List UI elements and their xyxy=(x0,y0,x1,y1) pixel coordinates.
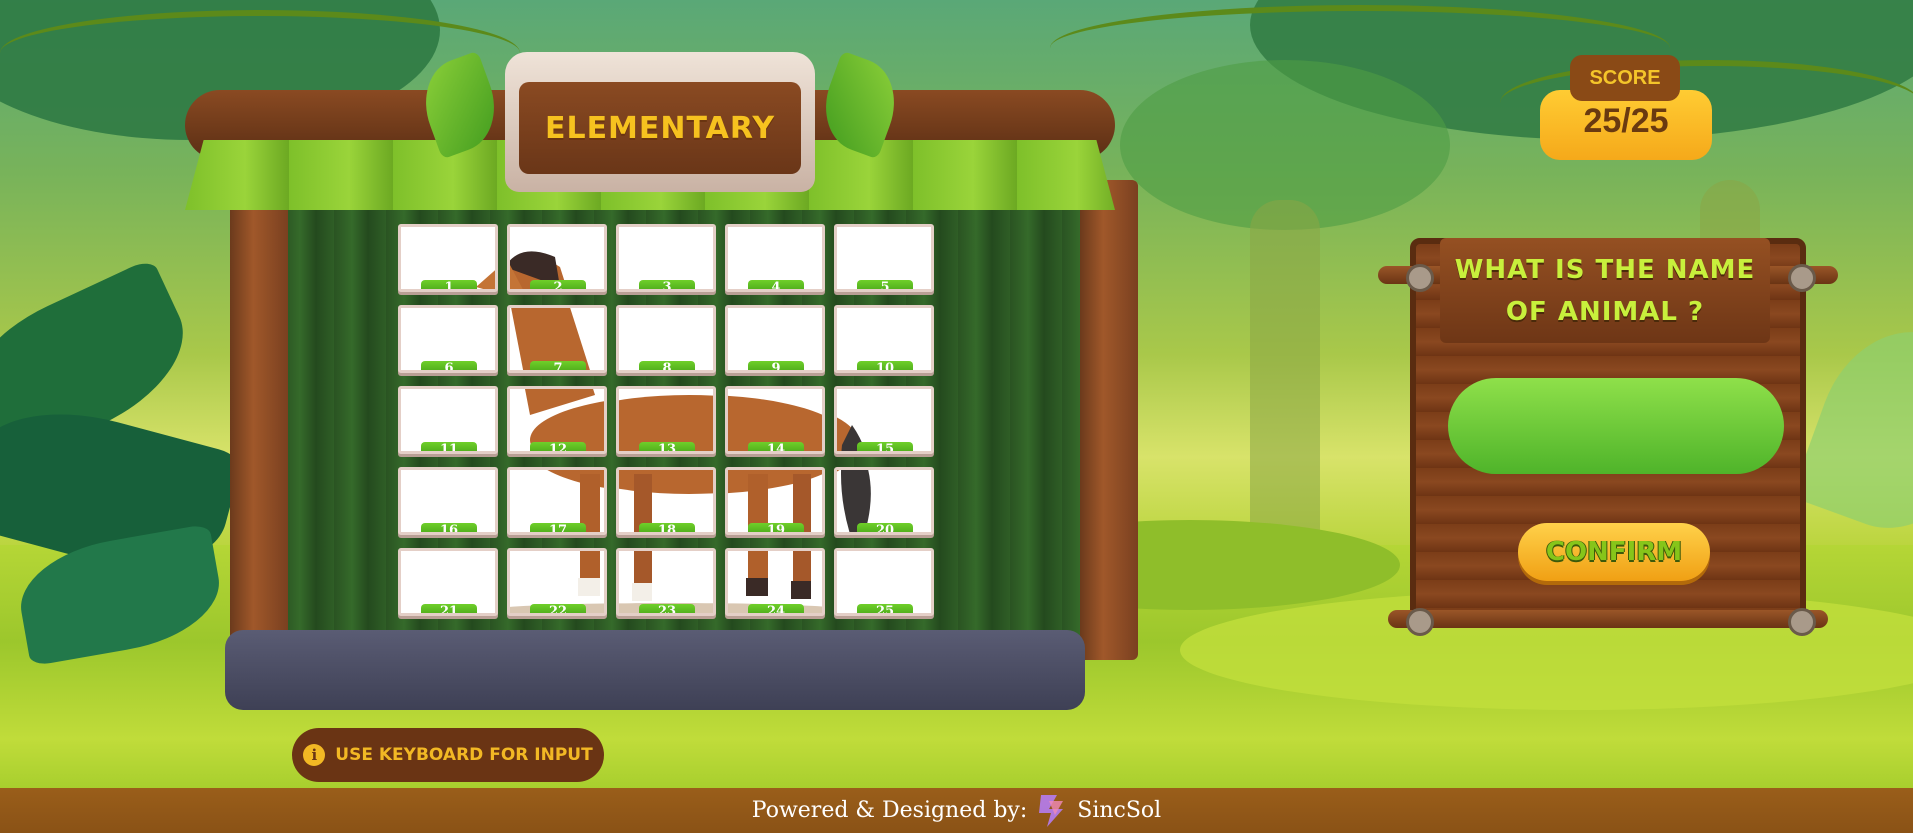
tile-number: 20 xyxy=(857,523,913,532)
score-value: 25/25 xyxy=(1583,102,1669,140)
confirm-button[interactable]: CONFIRM xyxy=(1518,523,1710,581)
question-panel: WHAT IS THE NAME OF ANIMAL ? CONFIRM xyxy=(1378,238,1838,638)
puzzle-tile[interactable]: 11 xyxy=(398,386,498,454)
hint-text: USE KEYBOARD FOR INPUT xyxy=(335,745,593,765)
puzzle-tile[interactable]: 4 xyxy=(725,224,825,292)
question-text: WHAT IS THE NAME OF ANIMAL ? xyxy=(1454,254,1756,327)
score-panel: 25/25 SCORE xyxy=(1540,55,1712,160)
tile-number: 14 xyxy=(748,442,804,451)
puzzle-tile[interactable]: 18 xyxy=(616,467,716,535)
tile-number: 24 xyxy=(748,604,804,613)
level-sign: ELEMENTARY xyxy=(505,52,815,192)
level-title: ELEMENTARY xyxy=(544,110,776,146)
puzzle-tile[interactable]: 7 xyxy=(507,305,607,373)
puzzle-tile[interactable]: 1 xyxy=(398,224,498,292)
confirm-label: CONFIRM xyxy=(1545,537,1683,567)
tile-number: 16 xyxy=(421,523,477,532)
puzzle-tile[interactable]: 25 xyxy=(834,548,934,616)
tile-number: 25 xyxy=(857,604,913,613)
puzzle-tile[interactable]: 2 xyxy=(507,224,607,292)
puzzle-tile[interactable]: 21 xyxy=(398,548,498,616)
puzzle-tile[interactable]: 8 xyxy=(616,305,716,373)
tile-number: 23 xyxy=(639,604,695,613)
footer: Powered & Designed by: SincSol xyxy=(0,788,1913,833)
rope-knot xyxy=(1406,264,1434,292)
puzzle-tile[interactable]: 6 xyxy=(398,305,498,373)
puzzle-tile[interactable]: 16 xyxy=(398,467,498,535)
rope-knot xyxy=(1406,608,1434,636)
rope-knot xyxy=(1788,264,1816,292)
tile-number: 18 xyxy=(639,523,695,532)
stone-base xyxy=(225,630,1085,710)
footer-text: Powered & Designed by: xyxy=(751,798,1028,823)
rope-knot xyxy=(1788,608,1816,636)
puzzle-tile[interactable]: 3 xyxy=(616,224,716,292)
puzzle-tile[interactable]: 13 xyxy=(616,386,716,454)
tile-number: 7 xyxy=(530,361,586,370)
tile-number: 1 xyxy=(421,280,477,289)
hut-post-right xyxy=(1080,180,1138,660)
tile-number: 15 xyxy=(857,442,913,451)
tile-number: 12 xyxy=(530,442,586,451)
tile-number: 17 xyxy=(530,523,586,532)
puzzle-tile[interactable]: 17 xyxy=(507,467,607,535)
puzzle-tile[interactable]: 24 xyxy=(725,548,825,616)
puzzle-tile[interactable]: 9 xyxy=(725,305,825,373)
tile-number: 13 xyxy=(639,442,695,451)
tile-number: 2 xyxy=(530,280,586,289)
puzzle-tile[interactable]: 20 xyxy=(834,467,934,535)
info-icon: i xyxy=(303,744,326,766)
answer-input[interactable] xyxy=(1448,378,1784,474)
puzzle-tile[interactable]: 12 xyxy=(507,386,607,454)
question-board: WHAT IS THE NAME OF ANIMAL ? xyxy=(1440,238,1770,343)
footer-brand[interactable]: SincSol xyxy=(1077,798,1161,823)
puzzle-tile[interactable]: 14 xyxy=(725,386,825,454)
tile-number: 6 xyxy=(421,361,477,370)
tile-number: 3 xyxy=(639,280,695,289)
keyboard-hint: i USE KEYBOARD FOR INPUT xyxy=(292,728,604,782)
tile-number: 11 xyxy=(421,442,477,451)
score-label: SCORE xyxy=(1570,55,1680,101)
puzzle-tile[interactable]: 10 xyxy=(834,305,934,373)
sincsol-logo-icon xyxy=(1035,791,1069,831)
tile-number: 9 xyxy=(748,361,804,370)
puzzle-tile[interactable]: 19 xyxy=(725,467,825,535)
tile-number: 10 xyxy=(857,361,913,370)
tile-number: 21 xyxy=(421,604,477,613)
frame-rail xyxy=(1388,610,1828,628)
tile-number: 22 xyxy=(530,604,586,613)
hut-post-left xyxy=(230,180,288,660)
puzzle-tile[interactable]: 23 xyxy=(616,548,716,616)
tile-number: 19 xyxy=(748,523,804,532)
puzzle-tile[interactable]: 5 xyxy=(834,224,934,292)
puzzle-tile[interactable]: 22 xyxy=(507,548,607,616)
puzzle-tile[interactable]: 15 xyxy=(834,386,934,454)
tile-number: 8 xyxy=(639,361,695,370)
tile-number: 5 xyxy=(857,280,913,289)
tile-number: 4 xyxy=(748,280,804,289)
puzzle-grid: 1 2 3 4 5 6 7 8 9 10 11 12 13 14 15 16 17 18 19 20 21 22 23 24 2… xyxy=(398,224,934,622)
